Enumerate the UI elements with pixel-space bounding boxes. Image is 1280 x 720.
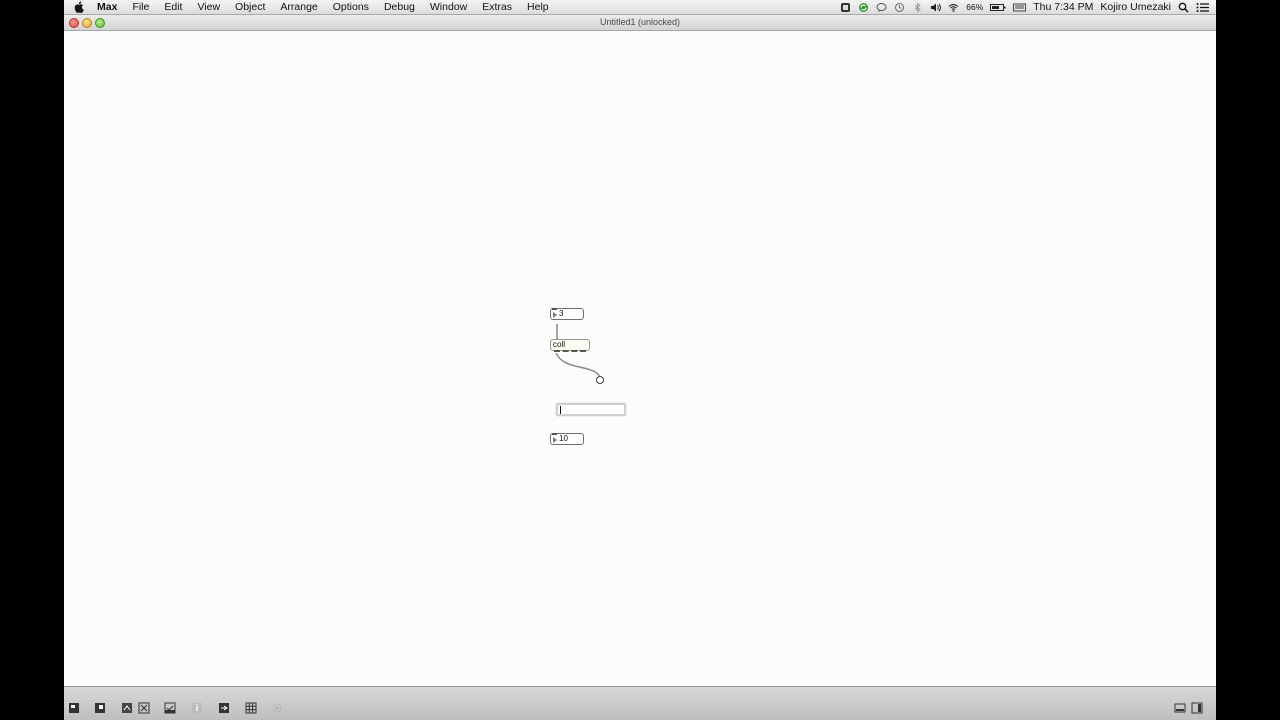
menu-object[interactable]: Object: [235, 0, 265, 14]
menu-view[interactable]: View: [197, 0, 220, 14]
battery-percentage: 66%: [966, 2, 984, 12]
patch-cords: [555, 324, 604, 384]
menu-extras[interactable]: Extras: [482, 0, 512, 14]
spotlight-icon[interactable]: [1178, 2, 1189, 13]
window-title-bar[interactable]: Untitled1 (unlocked): [64, 15, 1216, 31]
sync-icon[interactable]: [858, 2, 869, 13]
patcher-canvas[interactable]: 3 coll 10: [64, 31, 1216, 686]
new-object-icon[interactable]: [121, 702, 133, 714]
menu-bar: Max File Edit View Object Arrange Option…: [64, 0, 1216, 15]
new-object-box[interactable]: [556, 403, 626, 416]
close-object-icon[interactable]: [138, 702, 150, 714]
number-box-top[interactable]: 3: [550, 308, 584, 320]
menu-help[interactable]: Help: [527, 0, 549, 14]
menu-file[interactable]: File: [132, 0, 149, 14]
coll-object-label: coll: [553, 340, 566, 349]
notification-center-icon[interactable]: [1196, 2, 1210, 13]
info-icon[interactable]: [191, 702, 203, 714]
menu-window[interactable]: Window: [430, 0, 467, 14]
sidebar-icon[interactable]: [218, 702, 230, 714]
menubar-clock[interactable]: Thu 7:34 PM: [1033, 0, 1093, 14]
outlet-bar: [554, 350, 586, 352]
chat-icon[interactable]: [876, 2, 887, 13]
menu-app-max[interactable]: Max: [97, 0, 117, 14]
inlet[interactable]: [552, 433, 557, 435]
window-title: Untitled1 (unlocked): [599, 17, 681, 27]
inlet[interactable]: [552, 308, 557, 310]
menu-edit[interactable]: Edit: [164, 0, 182, 14]
number-box-value: 10: [559, 434, 568, 443]
bluetooth-icon[interactable]: [912, 1, 923, 13]
time-machine-icon[interactable]: [894, 2, 905, 13]
number-triangle-icon: [553, 437, 557, 443]
patcher-toolbar: [64, 686, 1216, 720]
keyboard-icon[interactable]: [1013, 2, 1027, 13]
presentation-icon[interactable]: [94, 702, 106, 714]
lock-icon[interactable]: [68, 702, 80, 714]
menubar-user[interactable]: Kojiro Umezaki: [1100, 0, 1171, 14]
apple-icon[interactable]: [74, 1, 85, 13]
inspector-icon[interactable]: [164, 702, 176, 714]
volume-icon[interactable]: [930, 2, 942, 13]
wifi-icon[interactable]: [948, 2, 959, 13]
number-triangle-icon: [553, 312, 557, 318]
max-status-icon[interactable]: [840, 2, 851, 13]
menu-debug[interactable]: Debug: [384, 0, 415, 14]
coll-object[interactable]: coll: [550, 339, 590, 352]
split-left-icon[interactable]: [1174, 702, 1186, 714]
settings-icon[interactable]: [271, 702, 283, 714]
number-box-bottom[interactable]: 10: [550, 433, 584, 445]
battery-icon[interactable]: [990, 2, 1006, 13]
grid-icon[interactable]: [245, 702, 257, 714]
screen: Max File Edit View Object Arrange Option…: [64, 0, 1216, 720]
number-box-value: 3: [559, 309, 564, 318]
text-caret: [560, 406, 561, 414]
menu-arrange[interactable]: Arrange: [280, 0, 317, 14]
split-right-icon[interactable]: [1191, 702, 1203, 714]
menu-options[interactable]: Options: [333, 0, 369, 14]
